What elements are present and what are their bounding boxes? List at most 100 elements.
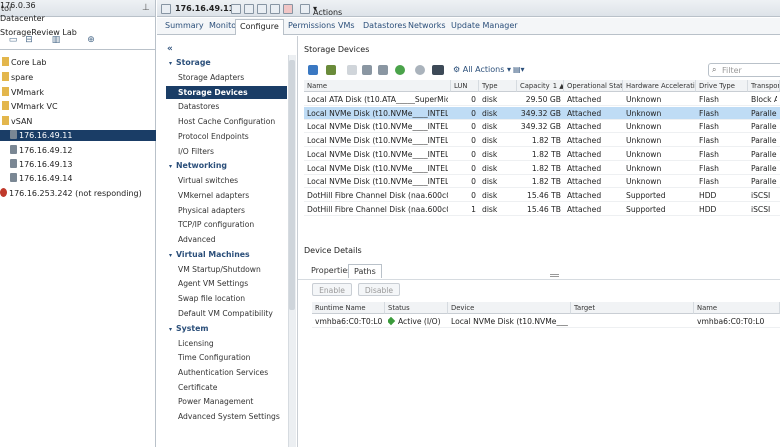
menu-section-system[interactable]: ▾ System (169, 324, 209, 333)
paths-column-header[interactable]: Name (694, 302, 780, 314)
configure-menu: « ▾ Storage Storage Adapters Storage Device… (157, 36, 298, 447)
tab-paths[interactable]: Paths (348, 264, 382, 278)
menu-item-protocol-endpoints[interactable]: Protocol Endpoints (178, 132, 249, 141)
refresh-icon[interactable] (308, 65, 318, 75)
tree-item[interactable]: 176.0.36 (0, 1, 156, 12)
export-icon[interactable]: ▤▾ (513, 65, 525, 74)
splitter-grip[interactable] (550, 274, 559, 277)
menu-item-physical-adapters[interactable]: Physical adapters (178, 206, 245, 215)
column-header[interactable]: LUN (451, 80, 479, 92)
menu-item-agent-vm-settings[interactable]: Agent VM Settings (178, 279, 248, 288)
filter-input[interactable]: ⌕ Filter (708, 63, 780, 77)
mark-hdd-icon[interactable] (378, 65, 388, 75)
menu-section-storage[interactable]: ▾ Storage (169, 58, 211, 67)
menu-item-power-management[interactable]: Power Management (178, 397, 253, 406)
menu-item-host-cache-configuration[interactable]: Host Cache Configuration (178, 117, 275, 126)
add-host-icon[interactable] (231, 4, 241, 14)
table-row[interactable]: Local ATA Disk (t10.ATA_____SuperMicr...… (304, 93, 780, 106)
tree-item[interactable]: 176.16.253.242 (not responding) (0, 188, 156, 199)
tab-update-manager[interactable]: Update Manager (451, 21, 518, 30)
column-header[interactable]: Name (304, 80, 451, 92)
menu-item-virtual-switches[interactable]: Virtual switches (178, 176, 238, 185)
turn-off-led-icon[interactable] (415, 65, 425, 75)
tab-networks[interactable]: Networks (408, 21, 446, 30)
tree-item[interactable]: 176.16.49.11 (0, 130, 156, 141)
menu-section-virtual-machines[interactable]: ▾ Virtual Machines (169, 250, 250, 259)
menu-item-i-o-filters[interactable]: I/O Filters (178, 147, 214, 156)
new-vm-icon[interactable] (244, 4, 254, 14)
tree-item[interactable]: 176.16.49.12 (0, 145, 156, 156)
table-row[interactable]: DotHill Fibre Channel Disk (naa.600c0ff0… (304, 203, 780, 216)
navigator-panel: tor ⊥ ▭ ⊟ ▥ ⊕ 176.0.36 Datacenter StorageR… (0, 0, 156, 447)
tree-item[interactable]: VMmark (0, 87, 156, 98)
menu-item-datastores[interactable]: Datastores (178, 102, 219, 111)
tab-permissions[interactable]: Permissions (288, 21, 335, 30)
maintenance-icon[interactable] (270, 4, 280, 14)
menu-item-licensing[interactable]: Licensing (178, 339, 214, 348)
column-header[interactable]: Drive Type (696, 80, 748, 92)
enable-button[interactable]: Enable (312, 283, 352, 296)
tree-item[interactable]: 176.16.49.13 (0, 159, 156, 170)
menu-item-storage-adapters[interactable]: Storage Adapters (178, 73, 244, 82)
disable-button[interactable]: Disable (358, 283, 400, 296)
column-header[interactable]: Capacity 1 ▲ (517, 80, 564, 92)
actions-menu[interactable]: Actions ▾ (313, 4, 342, 17)
attach-icon[interactable] (326, 65, 336, 75)
menu-item-tcp-ip-configuration[interactable]: TCP/IP configuration (178, 220, 254, 229)
table-row[interactable]: Local NVMe Disk (t10.NVMe____INTEL... 0 di… (304, 162, 780, 175)
table-row[interactable]: Local NVMe Disk (t10.NVMe____INTEL... 0 di… (304, 134, 780, 148)
column-header[interactable]: Type (479, 80, 517, 92)
tree-item[interactable]: vSAN (0, 116, 156, 127)
tab-summary[interactable]: Summary (165, 21, 204, 30)
tab-datastores[interactable]: Datastores (363, 21, 407, 30)
tree-item[interactable]: StorageReview Lab (0, 28, 156, 39)
configure-menu-scroll-thumb[interactable] (289, 60, 295, 310)
tree-item[interactable]: spare (0, 72, 156, 83)
paths-column-header[interactable]: Target (571, 302, 694, 314)
tree-item[interactable]: 176.16.49.14 (0, 173, 156, 184)
cell-lun: 0 (471, 163, 476, 173)
table-row[interactable]: Local NVMe Disk (t10.NVMe____INTEL... 0 di… (304, 148, 780, 161)
column-header[interactable]: Hardware Acceleration (623, 80, 696, 92)
paths-column-header[interactable]: Status (385, 302, 448, 314)
column-header[interactable]: Operational State (564, 80, 623, 92)
actions-gear-icon[interactable] (300, 4, 310, 14)
collapse-menu-icon[interactable]: « (167, 44, 173, 54)
tree-item[interactable]: Datacenter (0, 14, 156, 25)
menu-item-time-configuration[interactable]: Time Configuration (178, 353, 251, 362)
menu-item-advanced-system-settings[interactable]: Advanced System Settings (178, 412, 280, 421)
cell-state: Attached (567, 204, 602, 214)
cell-lun: 0 (471, 108, 476, 118)
tab-vms[interactable]: VMs (338, 21, 355, 30)
menu-item-certificate[interactable]: Certificate (178, 383, 217, 392)
table-row[interactable]: Local NVMe Disk (t10.NVMe____INTEL... 0 di… (304, 106, 780, 120)
menu-item-swap-file-location[interactable]: Swap file location (178, 294, 245, 303)
menu-section-networking[interactable]: ▾ Networking (169, 161, 227, 170)
paths-row[interactable]: vmhba6:C0:T0:L0 Active (I/O) Local NVMe Di… (312, 315, 780, 328)
power-icon[interactable] (257, 4, 267, 14)
turn-on-led-icon[interactable] (395, 65, 405, 75)
menu-item-vmkernel-adapters[interactable]: VMkernel adapters (178, 191, 249, 200)
menu-item-advanced[interactable]: Advanced (178, 235, 216, 244)
tab-configure[interactable]: Configure (235, 19, 284, 35)
cell-lun: 0 (471, 190, 476, 200)
menu-item-authentication-services[interactable]: Authentication Services (178, 368, 268, 377)
menu-item-vm-startup-shutdown[interactable]: VM Startup/Shutdown (178, 265, 261, 274)
detach-icon[interactable] (347, 65, 357, 75)
menu-item-default-vm-compatibility[interactable]: Default VM Compatibility (178, 309, 273, 318)
tree-item[interactable]: VMmark VC (0, 101, 156, 112)
tree-item[interactable]: Core Lab (0, 57, 156, 68)
table-row[interactable]: DotHill Fibre Channel Disk (naa.600c0ff0… (304, 189, 780, 202)
paths-column-header[interactable]: Device (448, 302, 571, 314)
all-actions-menu[interactable]: ⚙ All Actions ▾ (453, 65, 511, 74)
rename-icon[interactable] (362, 65, 372, 75)
erase-partitions-icon[interactable] (432, 65, 444, 75)
paths-column-header[interactable]: Runtime Name (312, 302, 385, 314)
cell-transport: Parallel S (751, 163, 777, 173)
cell-type: disk (482, 149, 498, 159)
disconnect-icon[interactable] (283, 4, 293, 14)
table-row[interactable]: Local NVMe Disk (t10.NVMe____INTEL... 0 di… (304, 175, 780, 189)
menu-item-storage-devices[interactable]: Storage Devices (178, 88, 248, 97)
table-row[interactable]: Local NVMe Disk (t10.NVMe____INTEL... 0 di… (304, 120, 780, 134)
column-header[interactable]: Transport (748, 80, 780, 92)
